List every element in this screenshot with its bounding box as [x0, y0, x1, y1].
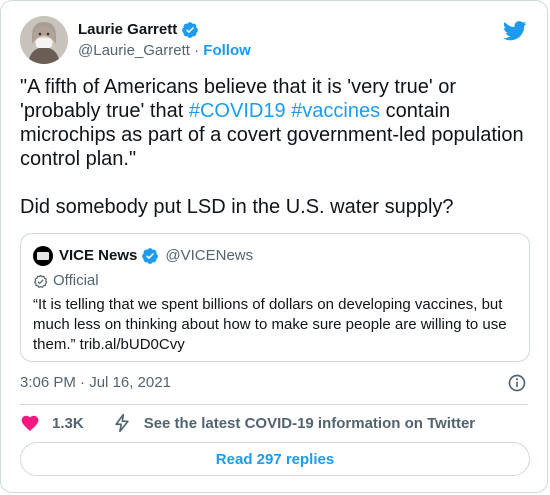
divider	[20, 404, 528, 405]
quoted-author-name[interactable]: VICE News	[59, 246, 137, 266]
official-text: Official	[53, 272, 99, 289]
heart-icon	[21, 415, 39, 431]
covid-info-link[interactable]: See the latest COVID-19 information on T…	[112, 413, 475, 433]
hashtag-vaccines[interactable]: #vaccines	[291, 100, 380, 122]
twitter-bird-icon[interactable]	[503, 21, 527, 41]
like-count: 1.3K	[52, 414, 84, 432]
quoted-header: VICE News @VICENews	[33, 246, 253, 266]
read-replies-button[interactable]: Read 297 replies	[20, 442, 530, 476]
official-badge-icon	[33, 274, 48, 288]
official-label: Official	[33, 271, 99, 291]
covid-info-text: See the latest COVID-19 information on T…	[143, 414, 476, 432]
author-name-row: Laurie Garrett	[78, 20, 251, 40]
timestamp[interactable]: 3:06 PM · Jul 16, 2021	[20, 373, 171, 393]
actions-row: 1.3K See the latest COVID-19 information…	[20, 412, 475, 434]
author-info: Laurie Garrett @Laurie_Garrett · Follow	[78, 20, 251, 61]
info-icon[interactable]	[507, 373, 527, 393]
author-handle[interactable]: @Laurie_Garrett	[78, 42, 190, 59]
like-button[interactable]: 1.3K	[20, 413, 84, 433]
follow-button[interactable]: Follow	[203, 42, 251, 59]
separator: ·	[194, 41, 200, 59]
tweet-header: Laurie Garrett @Laurie_Garrett · Follow	[20, 16, 251, 64]
avatar[interactable]	[20, 16, 68, 64]
verified-badge-icon	[142, 248, 159, 264]
quoted-text: “It is telling that we spent billions of…	[33, 296, 507, 353]
tweet-text: "A fifth of Americans believe that it is…	[20, 75, 535, 219]
quoted-tweet[interactable]: VICE News @VICENews Official “It is tell…	[20, 233, 530, 362]
quoted-avatar[interactable]	[33, 246, 53, 266]
author-handle-row: @Laurie_Garrett · Follow	[78, 41, 251, 61]
quoted-author-handle[interactable]: @VICENews	[165, 246, 253, 266]
hashtag-covid19[interactable]: #COVID19	[189, 100, 286, 122]
lightning-icon	[115, 413, 129, 433]
verified-badge-icon	[182, 21, 199, 38]
author-name[interactable]: Laurie Garrett	[78, 20, 177, 40]
avatar-image	[20, 16, 68, 64]
tweet-card: Laurie Garrett @Laurie_Garrett · Follow …	[0, 0, 548, 493]
